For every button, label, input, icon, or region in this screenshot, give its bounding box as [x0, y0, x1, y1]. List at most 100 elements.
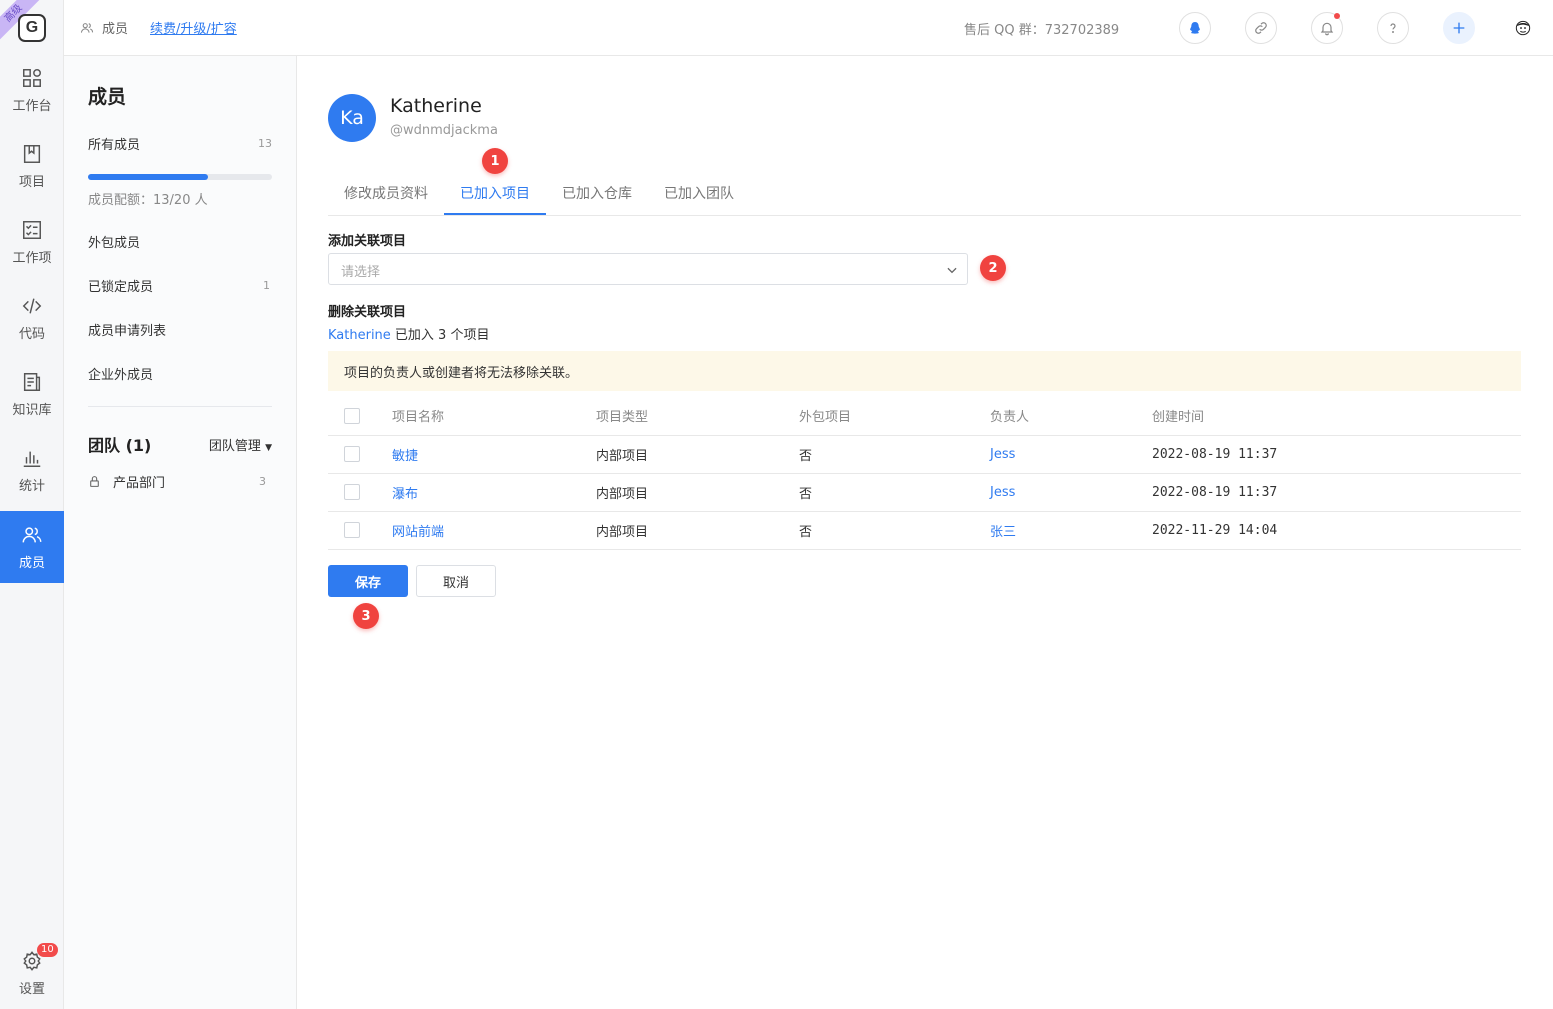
- link-button[interactable]: [1245, 12, 1277, 44]
- save-button[interactable]: 保存: [328, 565, 408, 597]
- owner-link[interactable]: Jess: [990, 473, 1152, 512]
- notifications-button[interactable]: [1311, 12, 1343, 44]
- project-name-link[interactable]: 敏捷: [392, 435, 596, 474]
- quota-progress-bar: [88, 174, 272, 180]
- team-management-label: 团队管理: [208, 438, 261, 454]
- sidebar-item-team[interactable]: 产品部门 3: [88, 472, 266, 491]
- user-avatar[interactable]: [1507, 12, 1539, 44]
- column-header: 负责人: [990, 397, 1152, 436]
- tab-edit-profile[interactable]: 修改成员资料: [344, 183, 428, 203]
- project-select[interactable]: 请选择: [328, 253, 968, 285]
- rail-item-stats[interactable]: 统计: [0, 434, 64, 506]
- sidebar-item-label: 已锁定成员: [88, 280, 154, 295]
- row-checkbox[interactable]: [344, 522, 360, 538]
- column-header: 外包项目: [799, 397, 990, 436]
- checklist-icon: [23, 220, 41, 239]
- plus-icon: [1453, 22, 1465, 34]
- tabs: 修改成员资料 已加入项目 已加入仓库 已加入团队: [328, 170, 1521, 216]
- sidebar-divider: [88, 406, 272, 407]
- qq-button[interactable]: [1179, 12, 1211, 44]
- checkbox-cell: [328, 435, 392, 474]
- tab-joined-projects[interactable]: 已加入项目: [460, 183, 530, 203]
- rail-item-label: 代码: [18, 326, 45, 342]
- sidebar-item-external[interactable]: 企业外成员: [88, 364, 272, 383]
- add-project-title: 添加关联项目: [328, 234, 407, 249]
- sidebar-item-label: 成员申请列表: [88, 324, 167, 339]
- chevron-down-icon: [947, 267, 957, 274]
- sidebar-title: 成员: [88, 86, 127, 108]
- sidebar-item-all-members[interactable]: 所有成员 13: [88, 134, 272, 153]
- top-bar: 成员 续费/升级/扩容 售后 QQ 群：732702389: [64, 0, 1553, 56]
- document-icon: [23, 372, 41, 391]
- help-icon: [1390, 23, 1396, 33]
- members-sidebar: 成员 所有成员 13 成员配额：13/20 人 外包成员 已锁定成员 1 成员申…: [64, 56, 297, 1009]
- tab-joined-teams[interactable]: 已加入团队: [664, 183, 734, 203]
- cancel-button[interactable]: 取消: [416, 565, 496, 597]
- qq-icon: [1190, 22, 1200, 34]
- select-all-checkbox[interactable]: [344, 407, 360, 424]
- rail-item-workbench[interactable]: 工作台: [0, 54, 64, 126]
- nav-rail: 高级 G 工作台 项目 工作项 代码 知识库 统计 成员 设置 10: [0, 0, 64, 1009]
- sidebar-item-locked[interactable]: 已锁定成员 1: [88, 276, 272, 295]
- owner-link[interactable]: 张三: [990, 511, 1152, 550]
- rail-item-label: 工作项: [12, 250, 52, 266]
- row-checkbox[interactable]: [344, 484, 360, 500]
- sidebar-item-outsourced[interactable]: 外包成员: [88, 232, 272, 251]
- rail-item-label: 知识库: [12, 402, 52, 418]
- app-logo[interactable]: G: [18, 14, 46, 42]
- select-placeholder: 请选择: [341, 265, 381, 280]
- caret-down-icon: ▼: [265, 442, 272, 453]
- joined-summary: Katherine 已加入 3 个项目: [328, 324, 489, 343]
- column-header: 项目类型: [596, 397, 799, 436]
- created-time: 2022-11-29 14:04: [1152, 511, 1521, 550]
- owner-link[interactable]: Jess: [990, 435, 1152, 474]
- help-button[interactable]: [1377, 12, 1409, 44]
- teams-title: 团队 (1): [88, 436, 152, 455]
- code-icon: [22, 297, 42, 314]
- rail-item-label: 统计: [18, 478, 45, 494]
- joined-count-text: 已加入 3 个项目: [390, 328, 490, 343]
- create-button[interactable]: [1443, 12, 1475, 44]
- rail-item-wiki[interactable]: 知识库: [0, 358, 64, 430]
- project-name-link[interactable]: 瀑布: [392, 473, 596, 512]
- rail-item-members[interactable]: 成员: [0, 511, 64, 583]
- table-header-row: 项目名称 项目类型 外包项目 负责人 创建时间: [328, 397, 1521, 436]
- column-header: 创建时间: [1152, 397, 1521, 436]
- link-icon: [1255, 22, 1267, 34]
- warning-notice: 项目的负责人或创建者将无法移除关联。: [328, 351, 1521, 391]
- active-tab-indicator: [444, 213, 546, 215]
- table-row: 瀑布 内部项目 否 Jess 2022-08-19 11:37: [328, 473, 1521, 512]
- avatar-icon: [1515, 20, 1531, 36]
- team-management-dropdown[interactable]: 团队管理 ▼: [209, 435, 272, 454]
- rail-item-label: 成员: [18, 555, 45, 571]
- sidebar-item-label: 产品部门: [113, 476, 166, 491]
- rail-item-projects[interactable]: 项目: [0, 130, 64, 202]
- user-handle: @wdnmdjackma: [390, 123, 498, 138]
- row-checkbox[interactable]: [344, 446, 360, 462]
- chart-icon: [23, 451, 41, 467]
- project-type: 内部项目: [596, 435, 799, 474]
- rail-item-settings[interactable]: 设置 10: [0, 937, 64, 1009]
- rail-item-label: 设置: [18, 981, 45, 997]
- bell-icon: [1320, 22, 1334, 36]
- sidebar-item-applications[interactable]: 成员申请列表: [88, 320, 272, 339]
- project-name-link[interactable]: 网站前端: [392, 511, 596, 550]
- rail-item-label: 工作台: [12, 98, 52, 114]
- rail-item-workitems[interactable]: 工作项: [0, 206, 64, 278]
- book-icon: [23, 144, 41, 163]
- user-link[interactable]: Katherine: [328, 328, 391, 343]
- members-icon: [80, 22, 94, 33]
- grid-icon: [23, 68, 41, 87]
- notification-badge: 10: [37, 943, 58, 957]
- user-name: Katherine: [390, 95, 482, 117]
- team-count: 3: [259, 475, 266, 488]
- sidebar-item-label: 外包成员: [88, 236, 141, 251]
- rail-item-code[interactable]: 代码: [0, 282, 64, 354]
- renew-link[interactable]: 续费/升级/扩容: [150, 18, 237, 37]
- created-time: 2022-08-19 11:37: [1152, 435, 1521, 474]
- outsourced-flag: 否: [799, 473, 990, 512]
- tab-joined-repos[interactable]: 已加入仓库: [562, 183, 632, 203]
- sidebar-item-label: 企业外成员: [88, 368, 154, 383]
- step-marker-3: 3: [353, 603, 379, 629]
- breadcrumb: 成员 续费/升级/扩容: [80, 18, 237, 37]
